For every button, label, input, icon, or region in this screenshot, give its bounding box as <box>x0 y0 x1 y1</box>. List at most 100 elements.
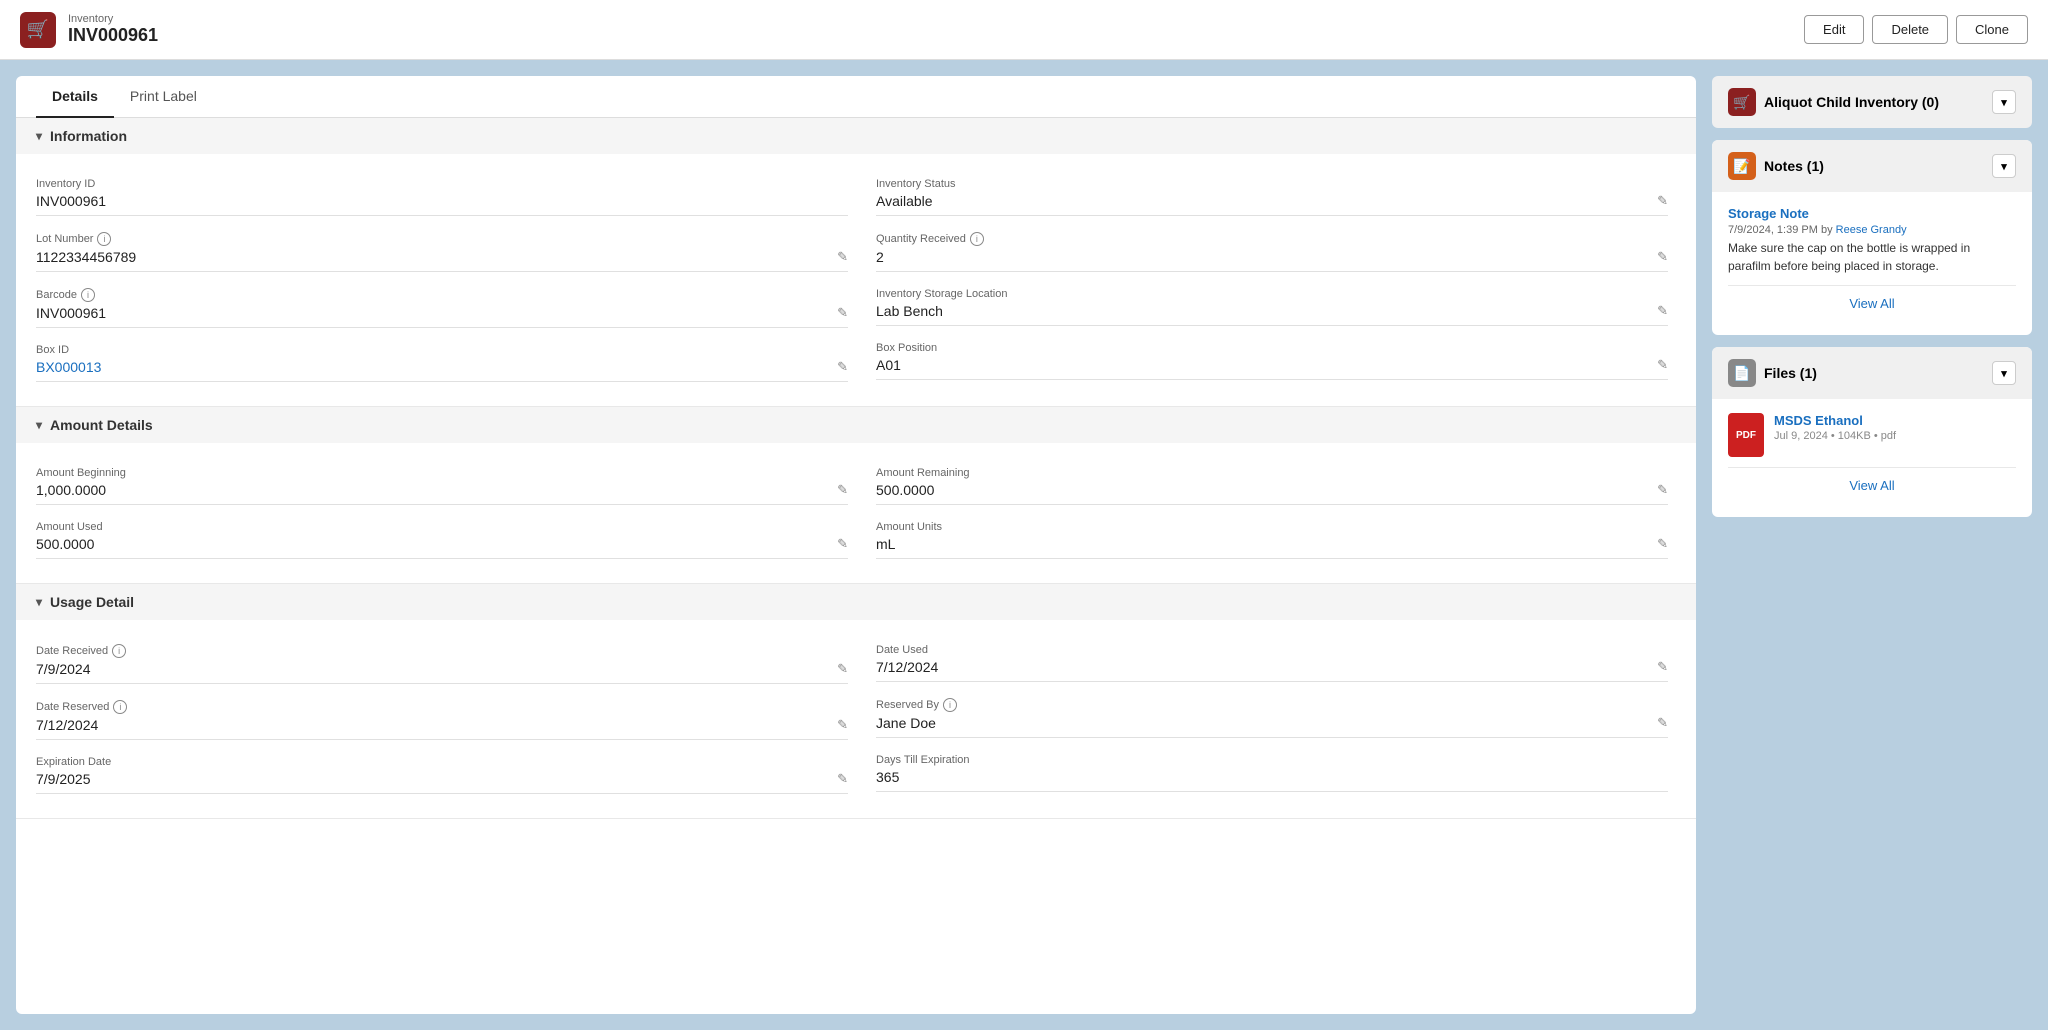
edit-button[interactable]: Edit <box>1804 15 1864 44</box>
tab-details[interactable]: Details <box>36 76 114 118</box>
info-left-col: Inventory ID INV000961 Lot Number i 1122… <box>36 170 856 390</box>
files-title: Files (1) <box>1764 365 1817 381</box>
aliquot-dropdown-icon[interactable]: ▾ <box>1992 90 2016 114</box>
field-inventory-storage-location: Inventory Storage Location Lab Bench ✎ <box>856 280 1676 334</box>
reserved-by-value: Jane Doe ✎ <box>876 715 1668 738</box>
date-received-info-icon: i <box>112 644 126 658</box>
section-amount-header[interactable]: ▾ Amount Details <box>16 407 1696 443</box>
date-received-edit-icon[interactable]: ✎ <box>837 661 848 677</box>
tab-print-label[interactable]: Print Label <box>114 76 213 118</box>
lot-number-value: 1122334456789 ✎ <box>36 249 848 272</box>
widget-aliquot: 🛒 Aliquot Child Inventory (0) ▾ <box>1712 76 2032 128</box>
files-body: PDF MSDS Ethanol Jul 9, 2024 • 104KB • p… <box>1712 399 2032 517</box>
date-received-value: 7/9/2024 ✎ <box>36 661 848 684</box>
amount-beginning-edit-icon[interactable]: ✎ <box>837 482 848 498</box>
notes-dropdown-icon[interactable]: ▾ <box>1992 154 2016 178</box>
box-id-label: Box ID <box>36 344 848 356</box>
aliquot-header: 🛒 Aliquot Child Inventory (0) ▾ <box>1712 76 2032 128</box>
section-amount-details: ▾ Amount Details Amount Beginning 1,000.… <box>16 407 1696 584</box>
notes-body: Storage Note 7/9/2024, 1:39 PM by Reese … <box>1712 192 2032 335</box>
note-author-link[interactable]: Reese Grandy <box>1836 224 1907 236</box>
quantity-received-edit-icon[interactable]: ✎ <box>1657 249 1668 265</box>
main-content: Details Print Label ▾ Information Invent… <box>0 60 2048 1030</box>
aliquot-header-left: 🛒 Aliquot Child Inventory (0) <box>1728 88 1939 116</box>
box-id-link[interactable]: BX000013 <box>36 359 101 375</box>
field-date-reserved: Date Reserved i 7/12/2024 ✎ <box>36 692 856 748</box>
tabs-bar: Details Print Label <box>16 76 1696 118</box>
amount-beginning-label: Amount Beginning <box>36 467 848 479</box>
amount-remaining-label: Amount Remaining <box>876 467 1668 479</box>
widget-notes: 📝 Notes (1) ▾ Storage Note 7/9/2024, 1:3… <box>1712 140 2032 335</box>
date-reserved-value: 7/12/2024 ✎ <box>36 717 848 740</box>
date-reserved-edit-icon[interactable]: ✎ <box>837 717 848 733</box>
usage-left-col: Date Received i 7/9/2024 ✎ Date Reserved… <box>36 636 856 802</box>
app-header: 🛒 Inventory INV000961 Edit Delete Clone <box>0 0 2048 60</box>
expiration-date-edit-icon[interactable]: ✎ <box>837 771 848 787</box>
field-days-till-expiration: Days Till Expiration 365 <box>856 746 1676 800</box>
amount-used-label: Amount Used <box>36 521 848 533</box>
section-usage-detail: ▾ Usage Detail Date Received i 7/9/2024 … <box>16 584 1696 819</box>
section-information-header[interactable]: ▾ Information <box>16 118 1696 154</box>
files-header-left: 📄 Files (1) <box>1728 359 1817 387</box>
widget-files: 📄 Files (1) ▾ PDF MSDS Ethanol Jul 9, 20… <box>1712 347 2032 517</box>
section-amount-body: Amount Beginning 1,000.0000 ✎ Amount Use… <box>16 443 1696 583</box>
barcode-edit-icon[interactable]: ✎ <box>837 305 848 321</box>
lot-number-edit-icon[interactable]: ✎ <box>837 249 848 265</box>
date-used-label: Date Used <box>876 644 1668 656</box>
app-title-label: Inventory <box>68 13 158 25</box>
notes-view-all[interactable]: View All <box>1728 285 2016 321</box>
reserved-by-info-icon: i <box>943 698 957 712</box>
box-position-label: Box Position <box>876 342 1668 354</box>
barcode-value: INV000961 ✎ <box>36 305 848 328</box>
files-view-all[interactable]: View All <box>1728 467 2016 503</box>
field-reserved-by: Reserved By i Jane Doe ✎ <box>856 690 1676 746</box>
note-meta: 7/9/2024, 1:39 PM by Reese Grandy <box>1728 224 2016 236</box>
chevron-down-icon-amount: ▾ <box>36 418 42 432</box>
notes-header-left: 📝 Notes (1) <box>1728 152 1824 180</box>
lot-number-label: Lot Number i <box>36 232 848 246</box>
note-text: Make sure the cap on the bottle is wrapp… <box>1728 239 2016 275</box>
app-title-group: Inventory INV000961 <box>68 13 158 46</box>
field-box-id: Box ID BX000013 ✎ <box>36 336 856 390</box>
app-header-left: 🛒 Inventory INV000961 <box>20 12 158 48</box>
date-received-label: Date Received i <box>36 644 848 658</box>
field-amount-remaining: Amount Remaining 500.0000 ✎ <box>856 459 1676 513</box>
files-dropdown-icon[interactable]: ▾ <box>1992 361 2016 385</box>
clone-button[interactable]: Clone <box>1956 15 2028 44</box>
note-title[interactable]: Storage Note <box>1728 206 2016 221</box>
amount-left-col: Amount Beginning 1,000.0000 ✎ Amount Use… <box>36 459 856 567</box>
box-position-edit-icon[interactable]: ✎ <box>1657 357 1668 373</box>
amount-units-edit-icon[interactable]: ✎ <box>1657 536 1668 552</box>
usage-right-col: Date Used 7/12/2024 ✎ Reserved By i Jane… <box>856 636 1676 802</box>
date-used-edit-icon[interactable]: ✎ <box>1657 659 1668 675</box>
field-inventory-id: Inventory ID INV000961 <box>36 170 856 224</box>
inventory-id-label: Inventory ID <box>36 178 848 190</box>
chevron-down-icon-usage: ▾ <box>36 595 42 609</box>
amount-remaining-edit-icon[interactable]: ✎ <box>1657 482 1668 498</box>
reserved-by-label: Reserved By i <box>876 698 1668 712</box>
pdf-icon: PDF <box>1728 413 1764 457</box>
chevron-down-icon: ▾ <box>36 129 42 143</box>
field-expiration-date: Expiration Date 7/9/2025 ✎ <box>36 748 856 802</box>
box-id-edit-icon[interactable]: ✎ <box>837 359 848 375</box>
storage-location-edit-icon[interactable]: ✎ <box>1657 303 1668 319</box>
delete-button[interactable]: Delete <box>1872 15 1948 44</box>
quantity-received-info-icon: i <box>970 232 984 246</box>
app-record-id: INV000961 <box>68 25 158 46</box>
reserved-by-edit-icon[interactable]: ✎ <box>1657 715 1668 731</box>
section-amount-title: Amount Details <box>50 417 153 433</box>
section-usage-title: Usage Detail <box>50 594 134 610</box>
amount-used-edit-icon[interactable]: ✎ <box>837 536 848 552</box>
field-lot-number: Lot Number i 1122334456789 ✎ <box>36 224 856 280</box>
amount-used-value: 500.0000 ✎ <box>36 536 848 559</box>
barcode-label: Barcode i <box>36 288 848 302</box>
file-name[interactable]: MSDS Ethanol <box>1774 413 1896 428</box>
info-right-col: Inventory Status Available ✎ Quantity Re… <box>856 170 1676 390</box>
section-usage-header[interactable]: ▾ Usage Detail <box>16 584 1696 620</box>
inventory-status-label: Inventory Status <box>876 178 1668 190</box>
files-icon: 📄 <box>1728 359 1756 387</box>
days-till-expiration-label: Days Till Expiration <box>876 754 1668 766</box>
section-usage-body: Date Received i 7/9/2024 ✎ Date Reserved… <box>16 620 1696 818</box>
field-barcode: Barcode i INV000961 ✎ <box>36 280 856 336</box>
inventory-status-edit-icon[interactable]: ✎ <box>1657 193 1668 209</box>
